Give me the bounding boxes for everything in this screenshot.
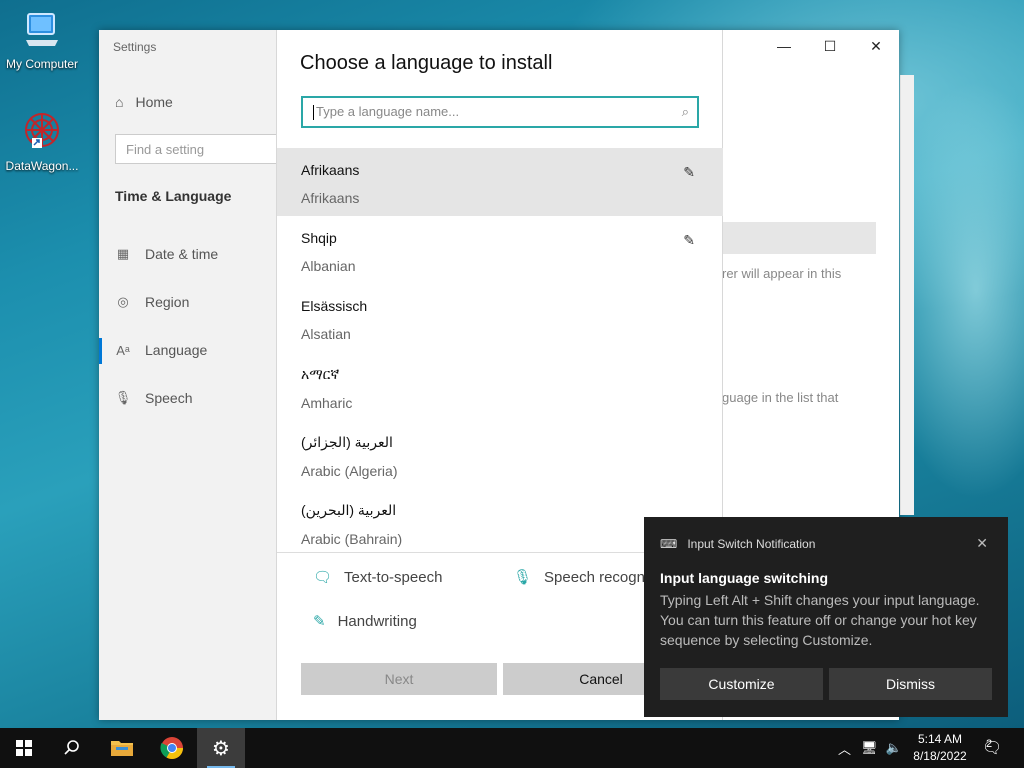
calendar-clock-icon: ▦ xyxy=(116,246,130,261)
language-item-albanian[interactable]: Shqip Albanian ✎ xyxy=(277,216,723,284)
language-native-name: Shqip xyxy=(301,230,337,246)
window-title: Settings xyxy=(113,40,157,54)
next-button[interactable]: Next xyxy=(301,663,497,695)
language-native-name: Elsässisch xyxy=(301,298,368,314)
start-button[interactable] xyxy=(0,728,48,768)
sidebar-item-language[interactable]: Aᵃ Language xyxy=(115,342,207,358)
notification-header: ⌨ Input Switch Notification xyxy=(660,537,815,551)
search-placeholder: Type a language name... xyxy=(316,104,460,119)
sidebar-item-label: Speech xyxy=(145,390,193,406)
language-item-afrikaans[interactable]: Afrikaans Afrikaans ✎ xyxy=(277,148,723,216)
language-list: Afrikaans Afrikaans ✎ Shqip Albanian ✎ E… xyxy=(277,148,723,552)
section-title: Time & Language xyxy=(115,188,232,204)
background-text: rer will appear in this xyxy=(722,266,842,281)
background-scrollbar[interactable] xyxy=(900,75,914,515)
language-english-name: Albanian xyxy=(301,258,356,274)
sidebar-item-region[interactable]: ◎ Region xyxy=(115,294,189,310)
sidebar-item-label: Region xyxy=(145,294,190,310)
background-row xyxy=(722,222,876,254)
desktop-icon-label: DataWagon... xyxy=(5,159,79,173)
language-item-arabic-algeria[interactable]: العربية (الجزائر) Arabic (Algeria) xyxy=(277,420,723,488)
desktop-icon-my-computer[interactable]: My Computer xyxy=(0,10,84,71)
maximize-icon[interactable]: ☐ xyxy=(807,30,853,62)
handwriting-feature-icon: ✎ xyxy=(683,232,695,248)
volume-icon[interactable]: 🔈 xyxy=(886,740,902,756)
home-icon: ⌂ xyxy=(115,94,124,110)
language-native-name: Afrikaans xyxy=(301,162,360,178)
sidebar-home[interactable]: ⌂ Home xyxy=(115,94,173,110)
globe-icon: ◎ xyxy=(117,294,129,309)
chrome-button[interactable] xyxy=(148,728,196,768)
language-english-name: Arabic (Algeria) xyxy=(301,463,398,479)
keyboard-icon: ⌨ xyxy=(660,537,678,551)
window-controls: — ☐ ✕ xyxy=(761,30,899,62)
search-button[interactable] xyxy=(48,728,96,768)
sidebar-item-label: Date & time xyxy=(145,246,219,262)
customize-button[interactable]: Customize xyxy=(660,668,823,700)
feature-handwriting: ✎ Handwriting xyxy=(313,612,417,631)
feature-label: Text-to-speech xyxy=(344,568,443,586)
settings-taskbar-button[interactable]: ⚙ xyxy=(197,728,245,768)
feature-label: Handwriting xyxy=(337,612,417,630)
computer-icon xyxy=(0,10,84,53)
notification-app-name: Input Switch Notification xyxy=(687,537,816,551)
language-item-alsatian[interactable]: Elsässisch Alsatian xyxy=(277,284,723,352)
sidebar-item-label: Language xyxy=(145,342,208,358)
language-native-name: العربية (البحرين) xyxy=(301,502,397,518)
notification-title: Input language switching xyxy=(660,570,828,586)
dialog-title: Choose a language to install xyxy=(300,52,553,74)
notification-body: Typing Left Alt + Shift changes your inp… xyxy=(660,592,980,648)
language-native-name: አማርኛ xyxy=(301,366,340,382)
chrome-icon xyxy=(160,737,183,759)
handwriting-feature-icon: ✎ xyxy=(683,164,695,180)
microphone-icon: 🎙 xyxy=(513,569,533,586)
find-setting-input[interactable]: Find a setting xyxy=(115,134,285,164)
feature-label: Speech recogn xyxy=(544,568,645,586)
file-explorer-button[interactable] xyxy=(98,728,146,768)
taskbar: ⚙ ︿ 🖥 🔈 5:14 AM 8/18/2022 🗨 2 xyxy=(0,728,1024,768)
sidebar-home-label: Home xyxy=(135,94,173,110)
input-switch-notification: ⌨ Input Switch Notification ✕ Input lang… xyxy=(644,517,1008,717)
close-icon[interactable]: ✕ xyxy=(853,30,899,62)
feature-text-to-speech: 🗨 Text-to-speech xyxy=(313,568,443,587)
sidebar-item-speech[interactable]: 🎙 Speech xyxy=(114,390,193,406)
datawagon-logo-icon xyxy=(0,108,84,155)
language-icon: Aᵃ xyxy=(116,342,130,358)
language-english-name: Amharic xyxy=(301,395,353,411)
handwriting-icon: ✎ xyxy=(313,613,326,630)
close-icon[interactable]: ✕ xyxy=(976,535,988,552)
microphone-icon: 🎙 xyxy=(114,390,132,405)
chevron-up-icon[interactable]: ︿ xyxy=(838,739,851,758)
network-icon[interactable]: 🖥 xyxy=(861,740,878,756)
text-to-speech-icon: 🗨 xyxy=(313,569,333,586)
search-icon: ⌕ xyxy=(681,104,689,119)
language-search-input[interactable]: Type a language name... ⌕ xyxy=(301,96,699,128)
language-english-name: Alsatian xyxy=(301,326,351,342)
clock-time: 5:14 AM xyxy=(917,732,963,746)
clock-date: 8/18/2022 xyxy=(913,749,967,763)
text-cursor xyxy=(313,105,314,121)
minimize-icon[interactable]: — xyxy=(761,30,807,62)
language-item-amharic[interactable]: አማርኛ Amharic xyxy=(277,352,723,420)
notification-count-badge: 2 xyxy=(986,738,993,750)
system-tray: ︿ 🖥 🔈 xyxy=(838,728,902,768)
settings-sidebar: Settings ⌂ Home Find a setting Time & La… xyxy=(99,30,285,720)
sidebar-item-date-time[interactable]: ▦ Date & time xyxy=(115,246,218,262)
language-native-name: العربية (الجزائر) xyxy=(301,434,393,450)
gear-icon: ⚙ xyxy=(212,737,230,760)
search-icon xyxy=(64,740,79,755)
selection-indicator xyxy=(99,338,102,364)
windows-logo-icon xyxy=(16,740,32,756)
folder-icon xyxy=(111,741,133,756)
dismiss-button[interactable]: Dismiss xyxy=(829,668,992,700)
clock[interactable]: 5:14 AM 8/18/2022 xyxy=(905,731,975,765)
desktop-icon-label: My Computer xyxy=(5,57,79,71)
desktop-icon-datawagon[interactable]: DataWagon... xyxy=(0,108,84,173)
language-english-name: Arabic (Bahrain) xyxy=(301,531,403,547)
background-text: guage in the list that xyxy=(722,390,839,405)
language-english-name: Afrikaans xyxy=(301,190,360,206)
